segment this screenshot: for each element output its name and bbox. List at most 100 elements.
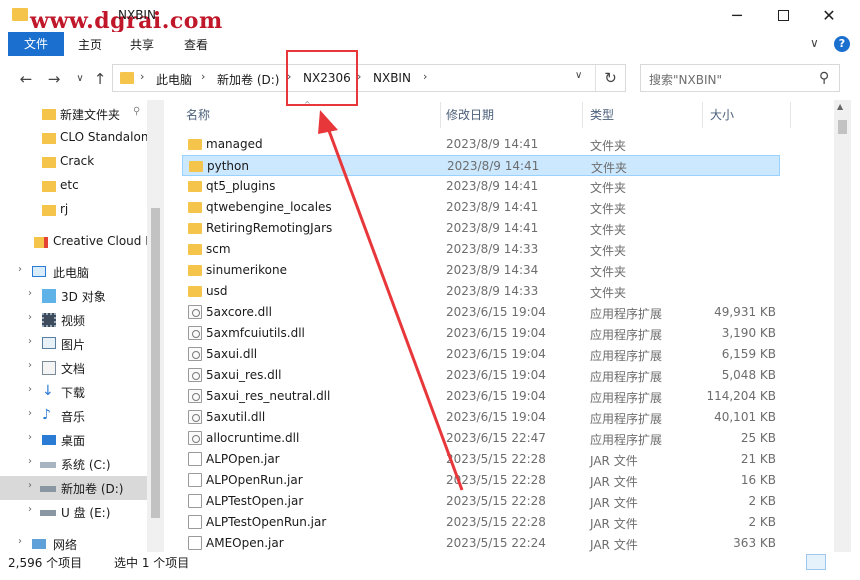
search-box[interactable]: 搜索"NXBIN" ⚲: [640, 64, 840, 92]
sidebar-scroll-thumb[interactable]: [151, 208, 160, 518]
sidebar-scrollbar[interactable]: [147, 100, 164, 552]
expand-icon[interactable]: ›: [28, 480, 32, 491]
folder-icon: [120, 72, 134, 84]
expand-icon[interactable]: ›: [28, 408, 32, 419]
file-row[interactable]: ALPOpenRun.jar 2023/5/15 22:28 JAR 文件 16 KB: [182, 470, 780, 491]
file-row[interactable]: allocruntime.dll 2023/6/15 22:47 应用程序扩展 25 …: [182, 428, 780, 449]
breadcrumb-this-pc[interactable]: 此电脑: [156, 71, 192, 88]
sidebar-item-label: 此电脑: [53, 266, 90, 280]
file-row[interactable]: 5axui_res.dll 2023/6/15 19:04 应用程序扩展 5,048 …: [182, 365, 780, 386]
expand-icon[interactable]: ›: [28, 456, 32, 467]
file-date: 2023/5/15 22:28: [446, 452, 546, 466]
file-row[interactable]: ALPTestOpen.jar 2023/5/15 22:28 JAR 文件 2 KB: [182, 491, 780, 512]
maximize-button[interactable]: [760, 0, 806, 30]
search-input[interactable]: 搜索"NXBIN": [649, 71, 722, 88]
up-button[interactable]: ↑: [90, 69, 110, 89]
column-divider[interactable]: [790, 102, 791, 128]
file-row[interactable]: 5axutil.dll 2023/6/15 19:04 应用程序扩展 40,101 K…: [182, 407, 780, 428]
column-header-size[interactable]: 大小: [710, 106, 734, 123]
tab-view[interactable]: 查看: [176, 35, 216, 55]
file-row[interactable]: qtwebengine_locales 2023/8/9 14:41 文件夹: [182, 197, 780, 218]
file-row[interactable]: scm 2023/8/9 14:33 文件夹: [182, 239, 780, 260]
refresh-button[interactable]: ↻: [595, 65, 625, 91]
large-icons-view-button[interactable]: [830, 554, 850, 570]
file-list-scroll-thumb[interactable]: [838, 120, 847, 134]
sidebar-item-label: CLO Standalon: [60, 130, 147, 144]
tab-share[interactable]: 共享: [122, 35, 162, 55]
sidebar-item-crack[interactable]: Crack: [0, 150, 147, 174]
file-type: 文件夹: [590, 223, 627, 237]
file-row[interactable]: 5axcore.dll 2023/6/15 19:04 应用程序扩展 49,931 K…: [182, 302, 780, 323]
sidebar-item-network[interactable]: › 网络: [0, 532, 147, 552]
sidebar-item-music[interactable]: › ♪ 音乐: [0, 404, 147, 428]
expand-icon[interactable]: ›: [28, 432, 32, 443]
recent-locations-button[interactable]: ∨: [70, 69, 90, 89]
file-type: 应用程序扩展: [590, 370, 663, 384]
file-row[interactable]: 5axmfcuiutils.dll 2023/6/15 19:04 应用程序扩展 3,…: [182, 323, 780, 344]
file-row[interactable]: AMEOpen.jar 2023/5/15 22:24 JAR 文件 363 KB: [182, 533, 780, 552]
file-row[interactable]: managed 2023/8/9 14:41 文件夹: [182, 134, 780, 155]
file-row[interactable]: 5axui_res_neutral.dll 2023/6/15 19:04 应用程序…: [182, 386, 780, 407]
selected-count: 选中 1 个项目: [114, 556, 190, 570]
sidebar-item-creative-cloud[interactable]: Creative Cloud F: [0, 230, 147, 254]
ribbon-expand-icon[interactable]: ∨: [810, 36, 819, 50]
tab-home[interactable]: 主页: [70, 35, 110, 55]
breadcrumb-drive-d[interactable]: 新加卷 (D:): [217, 71, 279, 88]
column-divider[interactable]: [582, 102, 583, 128]
file-row[interactable]: ALPTestOpenRun.jar 2023/5/15 22:28 JAR 文件 2…: [182, 512, 780, 533]
sidebar-item-documents[interactable]: › 文档: [0, 356, 147, 380]
details-view-button[interactable]: [806, 554, 826, 570]
file-name: managed: [206, 137, 263, 151]
file-row[interactable]: qt5_plugins 2023/8/9 14:41 文件夹: [182, 176, 780, 197]
file-row[interactable]: python 2023/8/9 14:41 文件夹: [182, 155, 780, 176]
sidebar-item-new-folder[interactable]: 新建文件夹 ⚲: [0, 102, 147, 126]
close-button[interactable]: ✕: [806, 0, 852, 30]
expand-icon[interactable]: ›: [28, 360, 32, 371]
sidebar-item-drive-e[interactable]: › U 盘 (E:): [0, 500, 147, 524]
sidebar-item-pictures[interactable]: › 图片: [0, 332, 147, 356]
address-dropdown-icon[interactable]: ∨: [575, 70, 582, 81]
sidebar-item-desktop[interactable]: › 桌面: [0, 428, 147, 452]
sidebar-item-clo[interactable]: CLO Standalon: [0, 126, 147, 150]
expand-icon[interactable]: ›: [28, 504, 32, 515]
file-row[interactable]: sinumerikone 2023/8/9 14:34 文件夹: [182, 260, 780, 281]
column-divider[interactable]: [440, 102, 441, 128]
expand-icon[interactable]: ›: [28, 288, 32, 299]
search-icon[interactable]: ⚲: [819, 70, 829, 86]
breadcrumb-nxbin[interactable]: NXBIN: [373, 71, 411, 85]
sidebar-item-downloads[interactable]: › ↓ 下载: [0, 380, 147, 404]
file-row[interactable]: ALPOpen.jar 2023/5/15 22:28 JAR 文件 21 KB: [182, 449, 780, 470]
sidebar-item-label: 视频: [61, 314, 86, 328]
sidebar-item-rj[interactable]: rj: [0, 198, 147, 222]
expand-icon[interactable]: ›: [18, 264, 22, 275]
file-list-scrollbar[interactable]: ▲: [834, 100, 851, 552]
sidebar-item-this-pc[interactable]: › 此电脑: [0, 260, 147, 284]
tab-file[interactable]: 文件: [8, 32, 64, 56]
scroll-up-icon[interactable]: ▲: [837, 102, 843, 111]
help-icon[interactable]: ?: [834, 36, 850, 52]
sidebar-item-etc[interactable]: etc: [0, 174, 147, 198]
file-row[interactable]: RetiringRemotingJars 2023/8/9 14:41 文件夹: [182, 218, 780, 239]
expand-icon[interactable]: ›: [28, 384, 32, 395]
expand-icon[interactable]: ›: [18, 536, 22, 547]
column-header-name[interactable]: 名称: [186, 106, 210, 123]
column-header-type[interactable]: 类型: [590, 106, 614, 123]
forward-button[interactable]: →: [44, 69, 64, 89]
file-row[interactable]: usd 2023/8/9 14:33 文件夹: [182, 281, 780, 302]
expand-icon[interactable]: ›: [28, 336, 32, 347]
sidebar-item-drive-d[interactable]: › 新加卷 (D:): [0, 476, 147, 500]
sidebar-item-3d-objects[interactable]: › 3D 对象: [0, 284, 147, 308]
address-bar[interactable]: › 此电脑 › 新加卷 (D:) › NX2306 › NXBIN › ∨ ↻: [112, 64, 626, 92]
file-row[interactable]: 5axui.dll 2023/6/15 19:04 应用程序扩展 6,159 KB: [182, 344, 780, 365]
column-divider[interactable]: [702, 102, 703, 128]
sidebar-item-drive-c[interactable]: › 系统 (C:): [0, 452, 147, 476]
file-size: 114,204 KB: [706, 389, 776, 403]
sidebar-item-videos[interactable]: › 视频: [0, 308, 147, 332]
minimize-button[interactable]: ─: [714, 0, 760, 30]
expand-icon[interactable]: ›: [28, 312, 32, 323]
file-size: 2 KB: [748, 494, 776, 508]
back-button[interactable]: ←: [16, 69, 36, 89]
file-type: 文件夹: [590, 202, 627, 216]
column-header-date[interactable]: 修改日期: [446, 106, 494, 123]
file-name: 5axui_res.dll: [206, 368, 282, 382]
